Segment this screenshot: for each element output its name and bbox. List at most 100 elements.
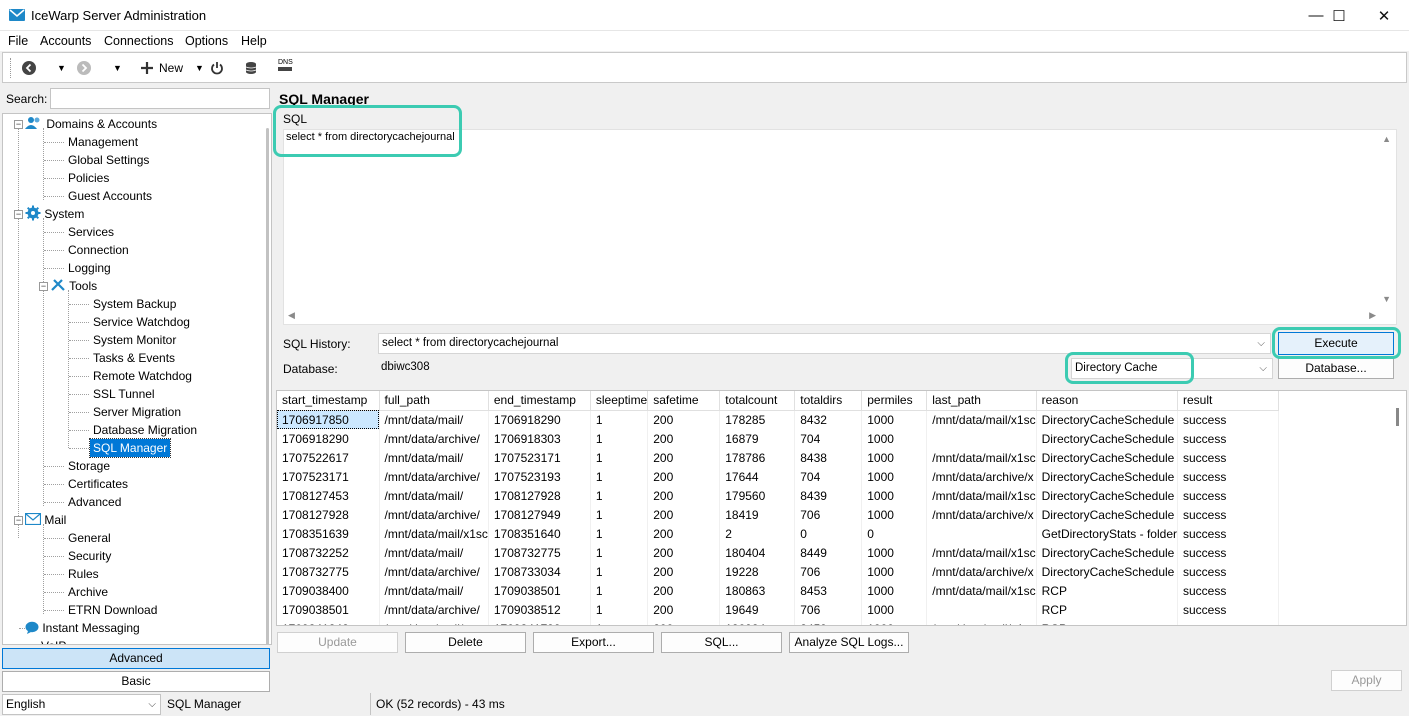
table-cell-result[interactable]: success	[1177, 448, 1279, 467]
table-cell-last-path[interactable]	[926, 429, 1037, 448]
tree-scrollbar[interactable]	[266, 128, 269, 644]
table-cell-result[interactable]: success	[1177, 600, 1279, 619]
table-cell-permiles[interactable]: 1000	[861, 619, 928, 625]
table-cell-full-path[interactable]: /mnt/data/mail/	[379, 448, 489, 467]
tree-item-ssl-tunnel[interactable]: SSL Tunnel	[93, 385, 155, 403]
expand-tools-icon[interactable]: −	[39, 282, 48, 291]
tree-item-policies[interactable]: Policies	[68, 169, 109, 187]
table-cell-last-path[interactable]: /mnt/data/mail/x1sc	[926, 619, 1037, 625]
table-cell-full-path[interactable]: /mnt/data/archive/	[379, 429, 489, 448]
table-cell-full-path[interactable]: /mnt/data/mail/	[379, 410, 489, 429]
table-row[interactable]: 1708351639/mnt/data/mail/x1sc 1708351640 1…	[277, 524, 1279, 543]
column-header-sleeptime[interactable]: sleeptime	[590, 391, 649, 411]
tree-item-voip[interactable]: VoIP	[41, 637, 66, 644]
table-cell-end-timestamp[interactable]: 1708127949	[488, 505, 591, 524]
table-cell-reason[interactable]: DirectoryCacheSchedule	[1036, 467, 1178, 486]
table-cell-last-path[interactable]: /mnt/data/mail/x1sc	[926, 410, 1037, 429]
table-cell-permiles[interactable]: 1000	[861, 410, 928, 429]
tree-item-security[interactable]: Security	[68, 547, 111, 565]
results-grid[interactable]: start_timestamp full_path end_timestamp sle…	[276, 390, 1407, 626]
tree-item-advanced[interactable]: Advanced	[68, 493, 121, 511]
column-header-safetime[interactable]: safetime	[647, 391, 721, 411]
table-row[interactable]: 1708732252/mnt/data/mail/1708732775 1 200 1…	[277, 543, 1279, 562]
table-cell-totalcount[interactable]: 179560	[719, 486, 796, 505]
tree-item-database-migration[interactable]: Database Migration	[93, 421, 197, 439]
table-cell-result[interactable]: success	[1177, 467, 1279, 486]
table-cell-safetime[interactable]: 200	[647, 600, 721, 619]
basic-mode-button[interactable]: Basic	[2, 671, 270, 692]
tree-item-services[interactable]: Services	[68, 223, 114, 241]
table-cell-totaldirs[interactable]: 704	[794, 429, 863, 448]
analyze-sql-logs-button[interactable]: Analyze SQL Logs...	[789, 632, 909, 653]
table-cell-end-timestamp[interactable]: 1709038501	[488, 581, 591, 600]
back-icon[interactable]	[21, 59, 37, 77]
column-header-result[interactable]: result	[1177, 391, 1279, 411]
table-cell-permiles[interactable]: 1000	[861, 543, 928, 562]
table-cell-sleeptime[interactable]: 1	[590, 562, 649, 581]
table-cell-sleeptime[interactable]: 1	[590, 524, 649, 543]
column-header-last-path[interactable]: last_path	[926, 391, 1037, 411]
table-cell-totalcount[interactable]: 178786	[719, 448, 796, 467]
tree-item-tasks-events[interactable]: Tasks & Events	[93, 349, 175, 367]
table-cell-safetime[interactable]: 200	[647, 486, 721, 505]
forward-icon[interactable]	[76, 59, 92, 77]
tree-item-sql-manager[interactable]: SQL Manager	[88, 438, 172, 458]
tree-item-logging[interactable]: Logging	[68, 259, 111, 277]
table-row[interactable]: 1709038501/mnt/data/archive/1709038512 1 2…	[277, 600, 1279, 619]
table-cell-result[interactable]: success	[1177, 429, 1279, 448]
tree-item-certificates[interactable]: Certificates	[68, 475, 128, 493]
table-cell-start-timestamp[interactable]: 1708732252	[277, 543, 380, 562]
table-cell-totalcount[interactable]: 16879	[719, 429, 796, 448]
table-cell-sleeptime[interactable]: 1	[590, 543, 649, 562]
column-header-totalcount[interactable]: totalcount	[719, 391, 796, 411]
column-header-permiles[interactable]: permiles	[861, 391, 928, 411]
table-cell-start-timestamp[interactable]: 1709038501	[277, 600, 380, 619]
table-cell-result[interactable]: success	[1177, 486, 1279, 505]
tree-item-mail[interactable]: Mail	[24, 511, 66, 529]
table-cell-start-timestamp[interactable]: 1709038400	[277, 581, 380, 600]
scroll-left-icon[interactable]: ◀	[288, 310, 295, 321]
grid-scroll-thumb[interactable]	[1396, 408, 1399, 426]
table-cell-totaldirs[interactable]: 706	[794, 562, 863, 581]
table-cell-permiles[interactable]: 1000	[861, 467, 928, 486]
scroll-down-icon[interactable]: ▼	[1382, 294, 1391, 304]
dns-icon[interactable]: DNS	[278, 59, 293, 77]
expand-domains-icon[interactable]: −	[14, 120, 23, 129]
scroll-right-icon[interactable]: ▶	[1369, 310, 1376, 321]
table-cell-totaldirs[interactable]: 704	[794, 467, 863, 486]
table-row[interactable]: 1706917850/mnt/data/mail/1706918290 1 200 1…	[277, 410, 1279, 429]
table-cell-end-timestamp[interactable]: 1706918290	[488, 410, 591, 429]
table-row[interactable]: 1709341842/mnt/data/mail/170934179912001…	[277, 619, 1279, 625]
table-cell-permiles[interactable]: 1000	[861, 505, 928, 524]
table-cell-start-timestamp[interactable]: 1707523171	[277, 467, 380, 486]
table-cell-end-timestamp[interactable]: 1708351640	[488, 524, 591, 543]
table-cell-full-path[interactable]: /mnt/data/archive/	[379, 467, 489, 486]
table-cell-end-timestamp[interactable]: 1708733034	[488, 562, 591, 581]
update-button[interactable]: Update	[277, 632, 398, 653]
table-cell-totalcount[interactable]: 2	[719, 524, 796, 543]
table-cell-sleeptime[interactable]: 1	[590, 429, 649, 448]
table-cell-totaldirs[interactable]: 8432	[794, 410, 863, 429]
table-cell-reason[interactable]: RCP	[1036, 581, 1178, 600]
table-row[interactable]: 1707523171/mnt/data/archive/1707523193 1 2…	[277, 467, 1279, 486]
maximize-button[interactable]: ☐	[1316, 0, 1362, 31]
table-row[interactable]: 1706918290/mnt/data/archive/1706918303 1 2…	[277, 429, 1279, 448]
table-cell-last-path[interactable]: /mnt/data/mail/x1sc	[926, 486, 1037, 505]
table-cell-last-path[interactable]: /mnt/data/mail/x1sc	[926, 581, 1037, 600]
table-cell-full-path[interactable]: /mnt/data/mail/	[379, 486, 489, 505]
column-header-full-path[interactable]: full_path	[379, 391, 489, 411]
table-cell-end-timestamp[interactable]: 1706918303	[488, 429, 591, 448]
table-cell-result[interactable]: success	[1177, 543, 1279, 562]
table-cell-totaldirs[interactable]: 0	[794, 524, 863, 543]
table-cell-end-timestamp[interactable]: 1707523171	[488, 448, 591, 467]
table-row[interactable]: 1707522617/mnt/data/mail/1707523171 1 200 1…	[277, 448, 1279, 467]
tree-item-domains-accounts[interactable]: Domains & Accounts	[25, 115, 157, 133]
menu-connections[interactable]: Connections	[104, 34, 174, 48]
tree-item-storage[interactable]: Storage	[68, 457, 110, 475]
table-cell-totaldirs[interactable]: 706	[794, 600, 863, 619]
tree-item-connection[interactable]: Connection	[68, 241, 129, 259]
table-cell-totaldirs[interactable]: 706	[794, 505, 863, 524]
table-cell-result[interactable]: success	[1177, 619, 1279, 625]
table-cell-end-timestamp[interactable]: 1708732775	[488, 543, 591, 562]
table-cell-start-timestamp[interactable]: 1706918290	[277, 429, 380, 448]
